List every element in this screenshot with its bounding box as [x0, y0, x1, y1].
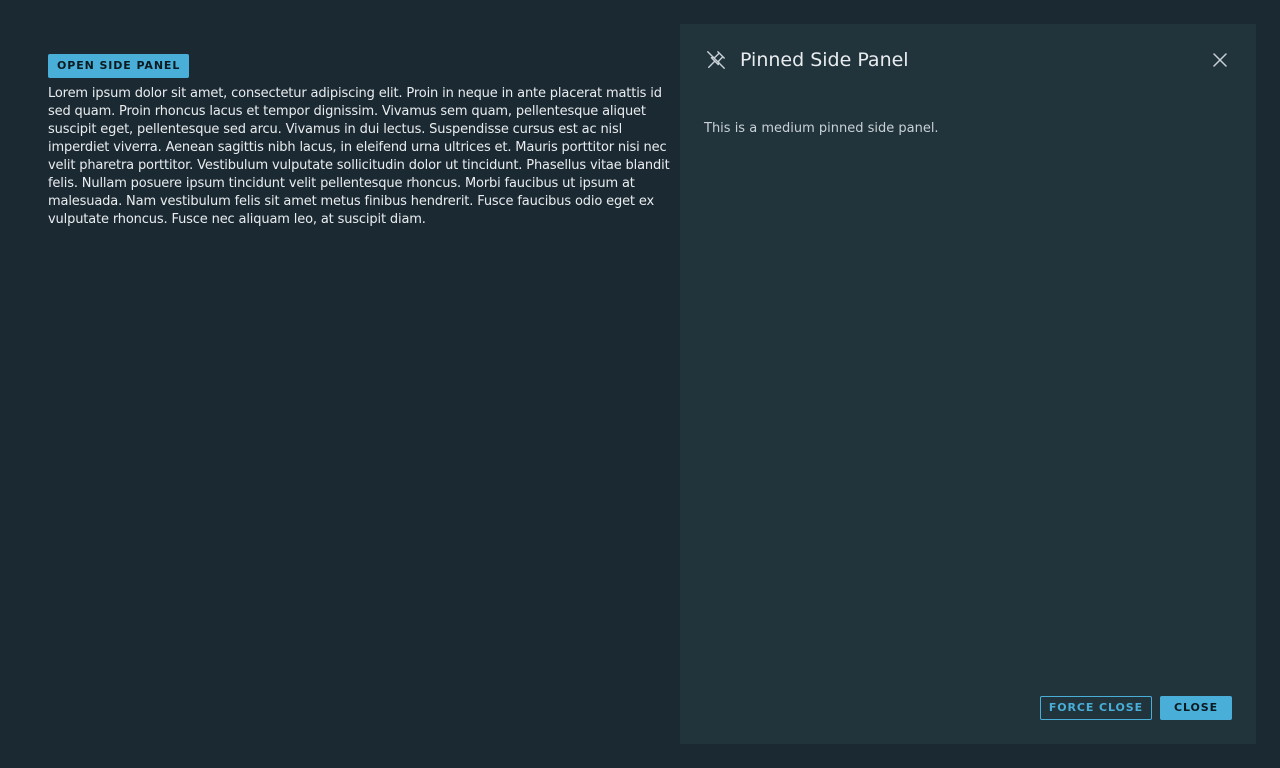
- close-icon[interactable]: [1208, 48, 1232, 72]
- side-panel-footer: FORCE CLOSE CLOSE: [1039, 696, 1232, 720]
- side-panel-title: Pinned Side Panel: [740, 49, 909, 71]
- force-close-button[interactable]: FORCE CLOSE: [1039, 696, 1153, 720]
- main-content: OPEN SIDE PANEL Lorem ipsum dolor sit am…: [48, 54, 680, 229]
- side-panel: Pinned Side Panel This is a medium pinne…: [680, 24, 1256, 744]
- side-panel-body: This is a medium pinned side panel.: [704, 121, 939, 136]
- close-button[interactable]: CLOSE: [1160, 696, 1232, 720]
- lorem-paragraph: Lorem ipsum dolor sit amet, consectetur …: [48, 86, 670, 227]
- unpin-icon[interactable]: [704, 48, 728, 72]
- open-side-panel-button[interactable]: OPEN SIDE PANEL: [48, 54, 190, 78]
- side-panel-header: Pinned Side Panel: [704, 48, 1232, 72]
